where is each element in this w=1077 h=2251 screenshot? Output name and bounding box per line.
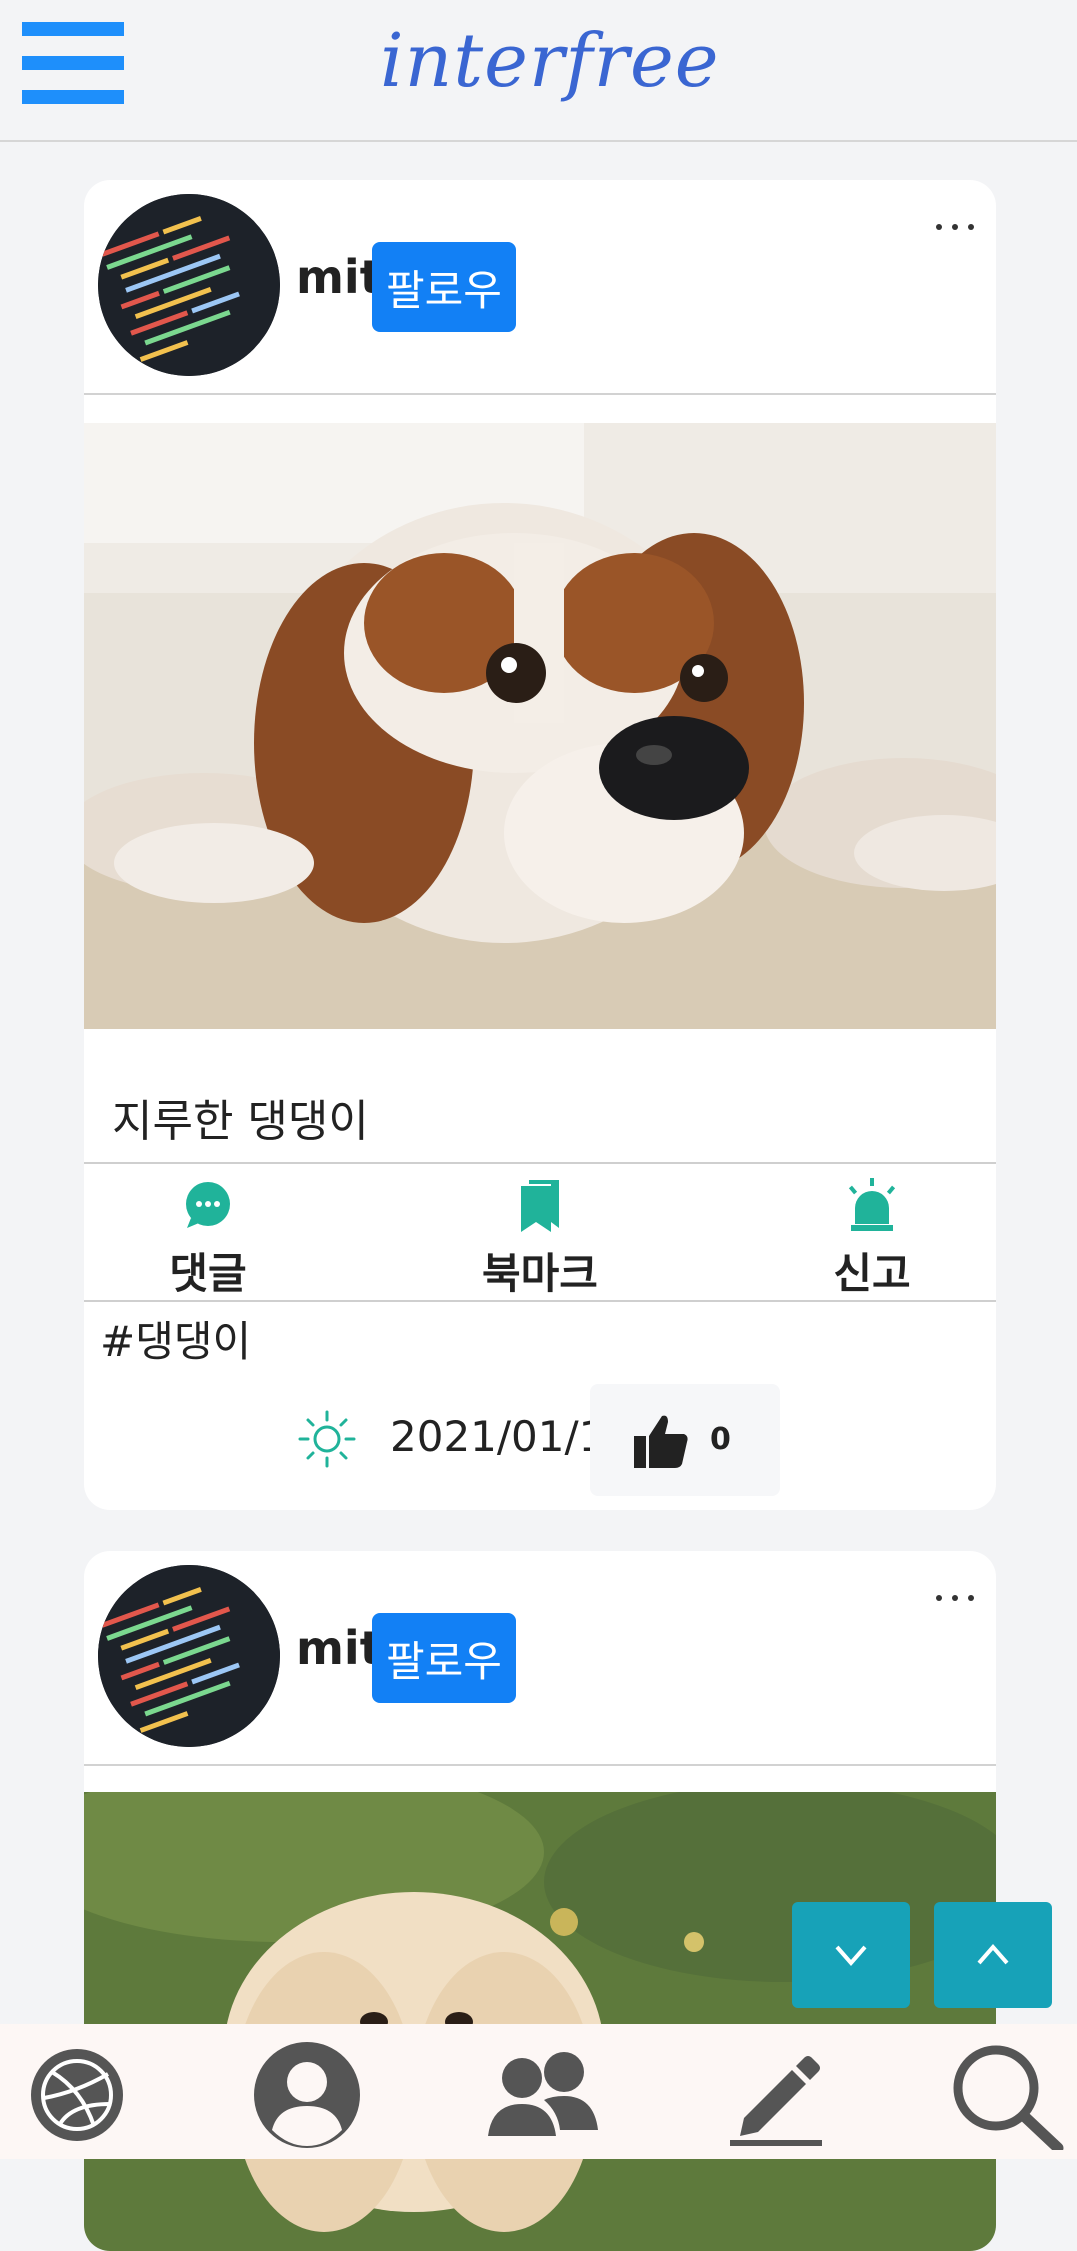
comment-icon (186, 1182, 230, 1228)
nav-feed[interactable] (22, 2040, 132, 2150)
more-options-icon[interactable] (934, 1587, 978, 1607)
bookmark-button[interactable]: 북마크 (440, 1164, 640, 1300)
post-username[interactable]: mit (296, 1621, 382, 1675)
like-count: 0 (710, 1422, 731, 1457)
post-actions: 댓글 북마크 신고 (84, 1162, 996, 1302)
user-icon (254, 2042, 360, 2148)
sun-icon (298, 1410, 356, 1468)
search-icon (953, 2045, 1064, 2154)
menu-icon[interactable] (22, 20, 124, 106)
app-logo[interactable]: interfree (380, 18, 719, 104)
chevron-down-icon (835, 1945, 867, 1967)
siren-icon (848, 1178, 896, 1231)
follow-button[interactable]: 팔로우 (372, 242, 516, 332)
thumbs-up-icon (634, 1415, 688, 1468)
post-hashtag[interactable]: #댕댕이 (100, 1308, 251, 1369)
bookmark-icon (521, 1180, 559, 1232)
post-photo[interactable] (84, 1792, 996, 2251)
comment-button[interactable]: 댓글 (108, 1164, 308, 1300)
nav-search[interactable] (948, 2040, 1064, 2154)
report-label: 신고 (833, 1249, 911, 1298)
top-header: interfree (0, 0, 1077, 142)
more-options-icon[interactable] (934, 216, 978, 236)
users-icon (488, 2052, 598, 2136)
nav-friends[interactable] (482, 2040, 598, 2150)
nav-profile[interactable] (252, 2040, 362, 2150)
scroll-down-button[interactable] (792, 1902, 910, 2008)
post-caption: 지루한 댕댕이 (112, 1096, 369, 1147)
dribbble-icon (31, 2049, 123, 2141)
post-header: mit 팔로우 (84, 1551, 996, 1766)
nav-write[interactable] (722, 2040, 832, 2150)
comment-label: 댓글 (169, 1249, 247, 1298)
chevron-up-icon (977, 1943, 1009, 1965)
post-username[interactable]: mit (296, 250, 382, 304)
bookmark-label: 북마크 (482, 1249, 598, 1298)
follow-button[interactable]: 팔로우 (372, 1613, 516, 1703)
avatar[interactable] (98, 1565, 280, 1747)
scroll-up-button[interactable] (934, 1902, 1052, 2008)
like-button[interactable]: 0 (590, 1384, 780, 1496)
report-button[interactable]: 신고 (772, 1164, 972, 1300)
post-card: mit 팔로우 지루한 댕댕이 댓글 북마크 신고 #댕댕이 2021/01/1… (84, 180, 996, 1510)
post-header: mit 팔로우 (84, 180, 996, 395)
pen-icon (730, 2056, 822, 2146)
bottom-nav (0, 2024, 1077, 2159)
post-photo[interactable] (84, 423, 996, 1029)
avatar[interactable] (98, 194, 280, 376)
